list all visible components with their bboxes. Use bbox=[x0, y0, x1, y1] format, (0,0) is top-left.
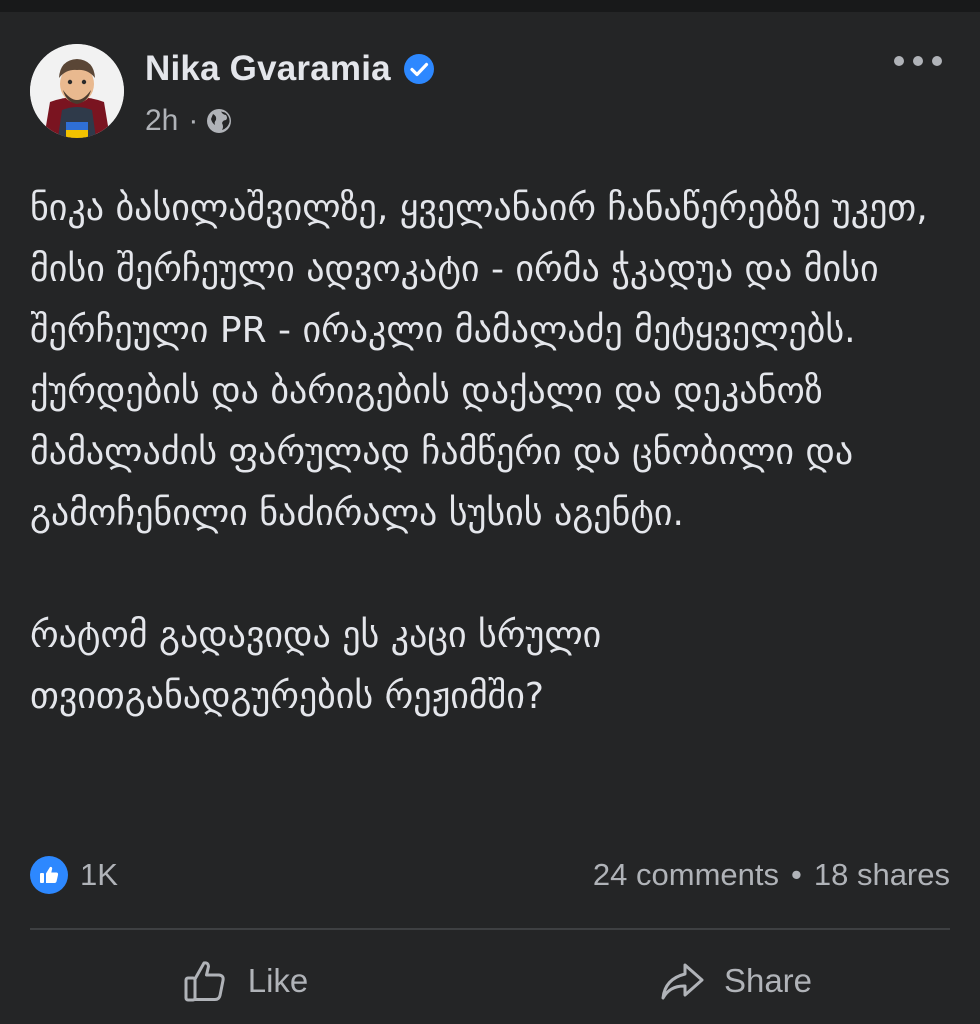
verified-badge-icon bbox=[403, 53, 435, 85]
author-row: Nika Gvaramia bbox=[145, 44, 435, 94]
divider bbox=[30, 928, 950, 930]
engagement-counts: 24 comments • 18 shares bbox=[593, 857, 950, 893]
post-paragraph: ნიკა ბასილაშვილზე, ყველანაირ ჩანაწერებზე… bbox=[30, 188, 928, 534]
stats-separator: • bbox=[791, 857, 802, 892]
post-paragraph: რატომ გადავიდა ეს კაცი სრული თვითგანადგუ… bbox=[30, 615, 602, 717]
like-reaction-icon bbox=[30, 856, 68, 894]
like-button[interactable]: Like bbox=[0, 945, 490, 1017]
share-label: Share bbox=[723, 962, 813, 999]
top-bar bbox=[0, 0, 980, 12]
shares-count[interactable]: 18 shares bbox=[814, 857, 950, 893]
post-meta: 2h · bbox=[145, 100, 232, 142]
post-actions: Like Share bbox=[0, 945, 980, 1017]
more-dot-icon bbox=[932, 56, 942, 66]
reactions-summary[interactable]: 1K bbox=[30, 856, 118, 894]
more-dot-icon bbox=[894, 56, 904, 66]
post-stats: 1K 24 comments • 18 shares bbox=[30, 852, 950, 898]
like-label: Like bbox=[247, 962, 309, 999]
post-time[interactable]: 2h bbox=[145, 104, 178, 138]
author-name[interactable]: Nika Gvaramia bbox=[145, 49, 391, 89]
meta-separator: · bbox=[188, 104, 199, 137]
more-options-button[interactable] bbox=[894, 48, 942, 74]
avatar[interactable] bbox=[30, 44, 124, 138]
thumbs-up-icon bbox=[184, 961, 225, 1002]
post-body: ნიკა ბასილაშვილზე, ყველანაირ ჩანაწერებზე… bbox=[30, 178, 950, 727]
comments-count[interactable]: 24 comments bbox=[593, 857, 779, 893]
share-button[interactable]: Share bbox=[490, 945, 980, 1017]
share-arrow-icon bbox=[661, 963, 704, 1000]
globe-icon bbox=[206, 108, 232, 134]
likes-count: 1K bbox=[80, 857, 118, 892]
avatar-illustration bbox=[30, 44, 124, 138]
more-dot-icon bbox=[913, 56, 923, 66]
